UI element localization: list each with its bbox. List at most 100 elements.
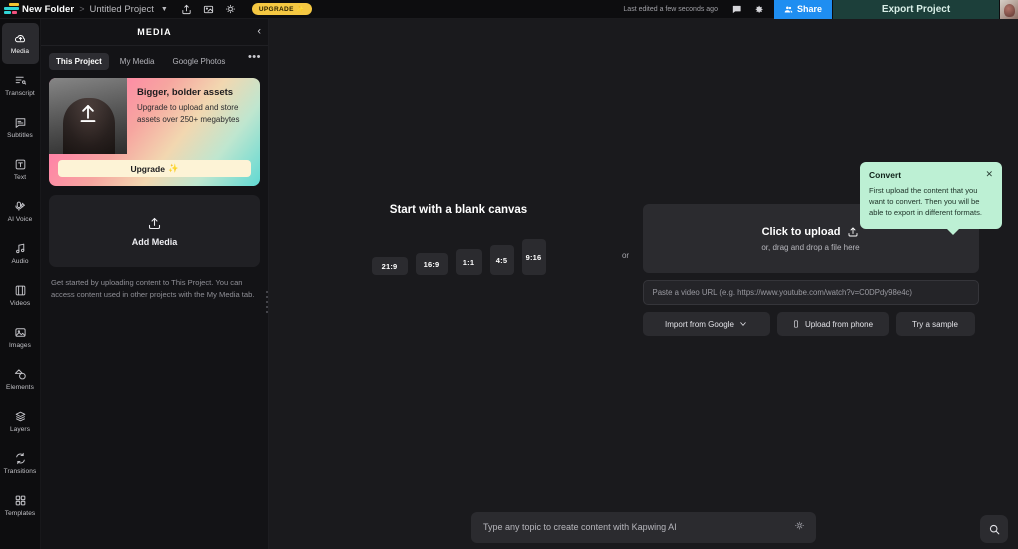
upgrade-label: UPGRADE [258,5,294,13]
image-icon[interactable] [198,0,220,19]
tooltip-header: Convert ✕ [869,170,993,181]
sidebar-item-ai-voice[interactable]: AI Voice [2,191,39,232]
ai-input-placeholder: Type any topic to create content with Ka… [483,522,677,532]
image-photo-icon [14,328,26,337]
user-avatar[interactable] [999,0,1018,19]
sidebar-item-elements[interactable]: Elements [2,359,39,400]
transcript-icon [15,76,26,85]
sidebar-item-videos[interactable]: Videos [2,275,39,316]
add-media-label: Add Media [131,236,178,247]
sidebar-item-subtitles[interactable]: Subtitles [2,107,39,148]
promo-upgrade-button[interactable]: Upgrade ✨ [58,160,251,177]
import-from-google-button[interactable]: Import from Google [642,312,770,336]
chevron-down-icon[interactable]: ▼ [161,6,168,13]
top-bar: New Folder > Untitled Project ▼ UPGRADE … [0,0,1018,19]
promo-top-row: Bigger, bolder assets Upgrade to upload … [49,78,260,154]
more-options-icon[interactable]: ••• [248,52,261,63]
gear-icon[interactable] [748,0,770,19]
sidebar-item-templates[interactable]: Templates [2,485,39,526]
sidebar-label: AI Voice [7,216,33,223]
export-project-button[interactable]: Export Project [832,0,999,19]
sidebar-label: Templates [4,510,36,517]
quick-import-row: Import from Google Upload from phone Try… [642,312,979,336]
tab-my-media[interactable]: My Media [113,53,162,70]
sidebar-item-audio[interactable]: Audio [2,233,39,274]
tooltip-arrow [946,227,960,235]
phone-icon [793,320,798,328]
media-panel-tabs: This Project My Media Google Photos ••• [41,46,268,76]
panel-title: MEDIA [137,27,172,37]
upload-from-phone-button[interactable]: Upload from phone [776,312,889,336]
sidebar-item-transitions[interactable]: Transitions [2,443,39,484]
sidebar-item-media[interactable]: Media [1,23,39,64]
upgrade-pill-button[interactable]: UPGRADE ✨ [251,3,312,15]
tab-google-photos[interactable]: Google Photos [165,53,232,70]
promo-text-block: Bigger, bolder assets Upgrade to upload … [127,78,260,154]
sidebar-label: Text [13,174,27,181]
last-edited-status: Last edited a few seconds ago [623,5,718,13]
sidebar-item-layers[interactable]: Layers [2,401,39,442]
transitions-icon [15,452,25,465]
share-button[interactable]: Share [773,0,832,19]
people-icon [784,6,793,12]
kapwing-logo-icon[interactable] [0,0,22,19]
layers-stack-icon [15,411,25,422]
breadcrumb-project[interactable]: Untitled Project [89,4,153,15]
ratio-button-1-1[interactable]: 1:1 [455,249,482,275]
elements-shape-icon [14,369,26,380]
subtitles-icon [15,118,25,128]
search-button[interactable] [980,515,1008,543]
ai-voice-icon [14,201,25,211]
upgrade-promo-card[interactable]: Bigger, bolder assets Upgrade to upload … [49,78,260,186]
upload-arrow-icon [75,101,101,132]
sparkle-idea-icon[interactable] [794,521,805,534]
convert-tooltip: Convert ✕ First upload the content that … [860,162,1002,235]
ratio-button-21-9[interactable]: 21:9 [371,257,408,275]
text-edit-icon [15,159,25,170]
share-label: Share [796,4,822,14]
video-url-input[interactable]: Paste a video URL (e.g. https://www.yout… [642,280,979,305]
chevron-left-icon[interactable]: ‹ [257,26,261,38]
tool-rail: Media Transcript Subtitles Text AI Voice [0,19,41,549]
ratio-button-9-16[interactable]: 9:16 [521,239,546,275]
ratio-button-16-9[interactable]: 16:9 [415,253,448,275]
editor-body: Media Transcript Subtitles Text AI Voice [0,19,1018,549]
blank-canvas-title: Start with a blank canvas [389,204,528,216]
sidebar-label: Transitions [3,468,37,475]
drag-drop-label: or, drag and drop a file here [761,242,860,252]
comment-icon[interactable] [726,0,748,19]
kapwing-ai-input[interactable]: Type any topic to create content with Ka… [471,511,816,543]
sparkle-icon: ✨ [296,6,305,13]
sidebar-label: Images [9,342,31,349]
sidebar-label: Media [10,48,30,55]
search-icon [989,524,999,534]
sidebar-label: Elements [6,384,34,391]
promo-heading: Bigger, bolder assets [137,87,234,98]
breadcrumb-separator: > [79,4,85,14]
ratio-button-4-5[interactable]: 4:5 [489,245,514,275]
templates-grid-icon [15,495,25,506]
blank-canvas-section: Start with a blank canvas 21:9 16:9 1:1 … [309,204,609,275]
lightbulb-icon[interactable] [220,0,242,19]
add-media-button[interactable]: Add Media [49,195,260,267]
close-icon[interactable]: ✕ [985,170,993,179]
sidebar-item-text[interactable]: Text [2,149,39,190]
sidebar-label: Videos [9,300,31,307]
media-panel-header: MEDIA ‹ [41,19,268,46]
promo-body: Upgrade to upload and store assets over … [137,103,240,124]
media-cloud-icon [14,35,25,43]
sidebar-label: Transcript [5,90,35,97]
breadcrumb-folder[interactable]: New Folder [22,4,74,15]
sidebar-item-images[interactable]: Images [2,317,39,358]
share-export-icon[interactable] [176,0,198,19]
kapwing-editor-app: New Folder > Untitled Project ▼ UPGRADE … [0,0,1018,549]
sparkle-icon: ✨ [167,163,179,173]
upload-tray-icon [148,217,161,229]
sidebar-item-transcript[interactable]: Transcript [2,65,39,106]
tab-this-project[interactable]: This Project [49,53,109,70]
upload-from-phone-label: Upload from phone [804,319,874,329]
or-separator: or [621,251,630,260]
promo-upgrade-label: Upgrade [130,163,165,174]
aspect-ratio-options: 21:9 16:9 1:1 4:5 9:16 [371,239,546,275]
try-a-sample-button[interactable]: Try a sample [895,312,975,336]
